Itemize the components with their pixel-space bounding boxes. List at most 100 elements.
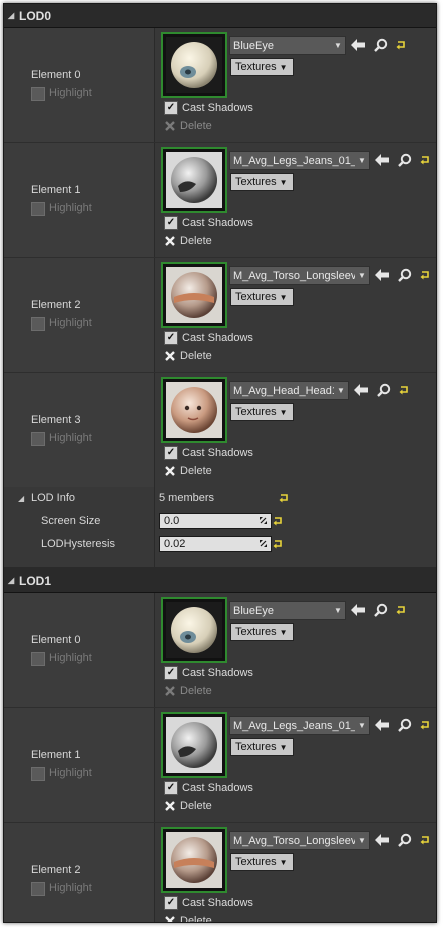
expand-triangle-icon[interactable]: ◢	[18, 494, 24, 503]
highlight-checkbox[interactable]	[31, 87, 45, 101]
reset-arrow-icon[interactable]	[417, 267, 433, 283]
textures-button[interactable]: Textures ▼	[230, 288, 294, 306]
chevron-down-icon: ▼	[334, 41, 342, 50]
cast-shadows-checkbox[interactable]: ✓	[164, 216, 178, 230]
search-icon[interactable]	[397, 152, 413, 168]
delete-button[interactable]: Delete	[165, 915, 212, 922]
textures-button[interactable]: Textures ▼	[230, 623, 294, 641]
highlight-checkbox[interactable]	[31, 432, 45, 446]
search-icon[interactable]	[373, 602, 389, 618]
material-select[interactable]: M_Avg_Legs_Jeans_01_I ▼	[229, 716, 370, 735]
search-icon[interactable]	[373, 37, 389, 53]
material-select[interactable]: M_Avg_Head_Head1 ▼	[229, 381, 349, 400]
slot-label-cell: Element 1 Highlight	[4, 708, 154, 822]
material-thumbnail[interactable]	[161, 377, 227, 443]
material-thumbnail[interactable]	[161, 147, 227, 213]
search-icon[interactable]	[376, 382, 392, 398]
search-icon[interactable]	[397, 267, 413, 283]
material-thumbnail[interactable]	[161, 827, 227, 893]
screen-size-field[interactable]: 0.0	[159, 513, 272, 529]
highlight-checkbox[interactable]	[31, 882, 45, 896]
cast-shadows-checkbox[interactable]: ✓	[164, 896, 178, 910]
highlight-checkbox[interactable]	[31, 317, 45, 331]
cast-shadows-checkbox[interactable]: ✓	[164, 781, 178, 795]
element-name: Element 1	[31, 749, 81, 761]
arrow-left-icon[interactable]	[350, 37, 366, 53]
delete-button[interactable]: Delete	[165, 800, 212, 812]
arrow-left-icon[interactable]	[350, 602, 366, 618]
textures-label: Textures	[235, 61, 277, 73]
material-thumbnail[interactable]	[161, 712, 227, 778]
resize-grip-icon[interactable]	[259, 539, 268, 548]
slot-label-cell: Element 0 Highlight	[4, 28, 154, 142]
arrow-left-icon[interactable]	[374, 267, 390, 283]
delete-label: Delete	[180, 685, 212, 697]
arrow-left-icon[interactable]	[374, 717, 390, 733]
material-select[interactable]: M_Avg_Torso_Longsleev ▼	[229, 831, 370, 850]
lod-info-row[interactable]: ◢ LOD Info 5 members	[4, 487, 436, 510]
arrow-left-icon[interactable]	[353, 382, 369, 398]
delete-button[interactable]: Delete	[165, 350, 212, 362]
delete-button[interactable]: Delete	[165, 685, 212, 697]
reset-arrow-icon[interactable]	[393, 602, 409, 618]
chevron-down-icon: ▼	[279, 627, 288, 637]
textures-button[interactable]: Textures ▼	[230, 738, 294, 756]
element-name: Element 2	[31, 864, 81, 876]
search-icon[interactable]	[397, 832, 413, 848]
reset-arrow-icon[interactable]	[273, 516, 283, 526]
lod0-title: LOD0	[19, 8, 52, 23]
arrow-left-icon[interactable]	[374, 832, 390, 848]
material-select[interactable]: M_Avg_Torso_Longsleev ▼	[229, 266, 370, 285]
reset-arrow-icon[interactable]	[273, 539, 283, 549]
textures-button[interactable]: Textures ▼	[230, 58, 294, 76]
reset-arrow-icon[interactable]	[393, 37, 409, 53]
material-select[interactable]: BlueEye ▼	[229, 601, 346, 620]
lod0-header[interactable]: ◢ LOD0	[4, 4, 436, 28]
material-thumbnail[interactable]	[161, 262, 227, 328]
delete-button[interactable]: Delete	[165, 120, 212, 132]
collapse-triangle-icon[interactable]: ◢	[8, 11, 16, 20]
cast-shadows-checkbox[interactable]: ✓	[164, 331, 178, 345]
delete-button[interactable]: Delete	[165, 465, 212, 477]
textures-label: Textures	[235, 626, 277, 638]
material-name: BlueEye	[233, 604, 274, 617]
slot-label-cell: Element 2 Highlight	[4, 258, 154, 372]
chevron-down-icon: ▼	[337, 386, 345, 395]
material-thumbnail[interactable]	[161, 32, 227, 98]
reset-arrow-icon[interactable]	[417, 152, 433, 168]
material-name: BlueEye	[233, 39, 274, 52]
x-icon	[165, 121, 175, 131]
slot-label-cell: Element 0 Highlight	[4, 593, 154, 707]
reset-arrow-icon[interactable]	[396, 382, 412, 398]
material-thumbnail[interactable]	[161, 597, 227, 663]
collapse-triangle-icon[interactable]: ◢	[8, 576, 16, 585]
resize-grip-icon[interactable]	[259, 516, 268, 525]
highlight-label: Highlight	[49, 202, 92, 214]
arrow-left-icon[interactable]	[374, 152, 390, 168]
cast-shadows-checkbox[interactable]: ✓	[164, 446, 178, 460]
cast-shadows-checkbox[interactable]: ✓	[164, 101, 178, 115]
reset-arrow-icon[interactable]	[417, 832, 433, 848]
textures-button[interactable]: Textures ▼	[230, 403, 294, 421]
reset-arrow-icon[interactable]	[279, 493, 289, 503]
highlight-checkbox[interactable]	[31, 202, 45, 216]
element-name: Element 0	[31, 634, 81, 646]
material-select[interactable]: M_Avg_Legs_Jeans_01_I ▼	[229, 151, 370, 170]
hysteresis-field[interactable]: 0.02	[159, 536, 272, 552]
highlight-checkbox[interactable]	[31, 652, 45, 666]
lod1-header[interactable]: ◢ LOD1	[4, 569, 436, 593]
textures-button[interactable]: Textures ▼	[230, 173, 294, 191]
reset-arrow-icon[interactable]	[417, 717, 433, 733]
textures-button[interactable]: Textures ▼	[230, 853, 294, 871]
slot-label-cell: Element 2 Highlight	[4, 823, 154, 922]
highlight-label: Highlight	[49, 317, 92, 329]
delete-label: Delete	[180, 350, 212, 362]
delete-button[interactable]: Delete	[165, 235, 212, 247]
highlight-checkbox[interactable]	[31, 767, 45, 781]
lod-info-label: LOD Info	[31, 492, 76, 504]
highlight-label: Highlight	[49, 87, 92, 99]
chevron-down-icon: ▼	[279, 742, 288, 752]
cast-shadows-checkbox[interactable]: ✓	[164, 666, 178, 680]
material-select[interactable]: BlueEye ▼	[229, 36, 346, 55]
search-icon[interactable]	[397, 717, 413, 733]
